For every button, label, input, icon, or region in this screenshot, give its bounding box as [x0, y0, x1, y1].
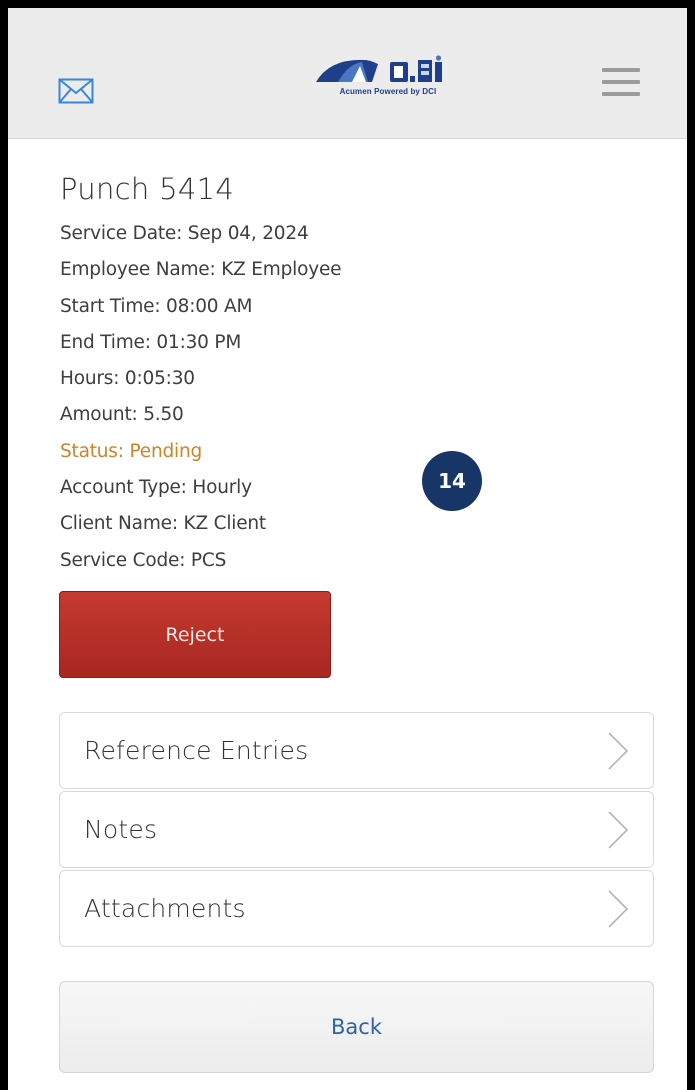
- reference-entries-item[interactable]: Reference Entries: [59, 712, 654, 789]
- end-time: End Time: 01:30 PM: [60, 331, 242, 353]
- attachments-item[interactable]: Attachments: [59, 870, 654, 947]
- service-code: Service Code: PCS: [60, 549, 227, 571]
- client-name: Client Name: KZ Client: [60, 513, 266, 535]
- chevron-right-icon: [607, 731, 629, 771]
- back-button[interactable]: Back: [59, 981, 654, 1073]
- app-screen: Acumen Powered by DCI Punch 5414 Service…: [8, 8, 687, 1090]
- service-date: Service Date: Sep 04, 2024: [60, 223, 309, 244]
- chevron-right-icon: [607, 810, 629, 850]
- account-type: Account Type: Hourly: [60, 477, 252, 499]
- chevron-right-icon: [607, 889, 629, 929]
- reject-button[interactable]: Reject: [59, 591, 331, 678]
- app-header: Acumen Powered by DCI: [8, 8, 687, 139]
- amount: Amount: 5.50: [60, 404, 184, 426]
- list-item-label: Attachments: [84, 894, 246, 923]
- employee-name: Employee Name: KZ Employee: [60, 259, 342, 281]
- punch-details: Punch 5414 Service Date: Sep 04, 2024 Em…: [60, 168, 660, 579]
- section-list: Reference Entries Notes Attachments: [59, 712, 654, 949]
- logo-caption: Acumen Powered by DCI: [339, 87, 437, 96]
- hamburger-menu-icon[interactable]: [602, 68, 640, 100]
- list-item-label: Reference Entries: [84, 736, 309, 765]
- list-item-label: Notes: [84, 815, 158, 844]
- hours: Hours: 0:05:30: [60, 368, 195, 390]
- mail-icon[interactable]: [58, 78, 94, 104]
- notes-item[interactable]: Notes: [59, 791, 654, 868]
- acumen-dci-logo: Acumen Powered by DCI: [308, 54, 468, 104]
- start-time: Start Time: 08:00 AM: [60, 295, 253, 317]
- step-number-badge: 14: [422, 451, 482, 511]
- device-frame: Acumen Powered by DCI Punch 5414 Service…: [0, 0, 695, 1090]
- status-text: Status: Pending: [60, 440, 203, 462]
- page-title: Punch 5414: [60, 172, 235, 206]
